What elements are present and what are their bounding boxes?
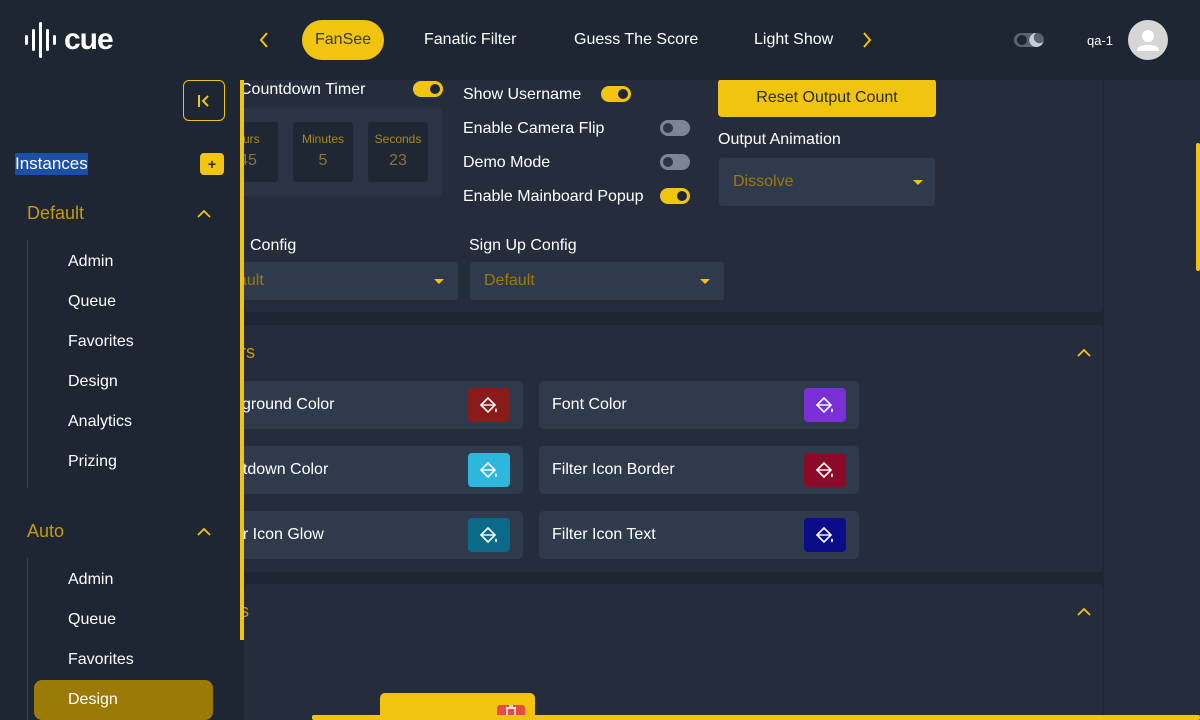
add-instance-button[interactable]: +: [200, 153, 224, 175]
avatar[interactable]: [1128, 20, 1168, 60]
color-label: Filter Icon Border: [552, 461, 675, 478]
cue-logo[interactable]: cue: [24, 22, 114, 58]
sidebar: Instances + Default Admin Queue Favorite…: [0, 80, 240, 720]
seconds-label: Seconds: [374, 132, 422, 146]
next-section-title: s: [244, 601, 249, 621]
sidebar-item-admin[interactable]: Admin: [68, 253, 113, 271]
color-row: Filter Icon Text: [539, 511, 859, 559]
color-label: Font Color: [552, 396, 627, 413]
logo-text: cue: [64, 23, 114, 56]
countdown-timer-label: Countdown Timer: [244, 81, 366, 98]
paint-bucket-icon[interactable]: [468, 518, 510, 552]
color-row: kground Color: [244, 381, 523, 429]
vertical-scrollbar[interactable]: [1196, 143, 1200, 271]
right-gutter: [1104, 80, 1200, 720]
moon-icon: [1014, 33, 1044, 47]
colors-section-title: rs: [244, 342, 255, 362]
config-value: ault: [244, 272, 264, 289]
username: qa-1: [1087, 33, 1114, 48]
sidebar-item-design-active[interactable]: Design: [34, 680, 213, 720]
minutes-label: Minutes: [301, 132, 345, 146]
color-row: Font Color: [539, 381, 859, 429]
caret-down-icon: [434, 279, 444, 284]
show-username-label: Show Username: [463, 86, 582, 103]
countdown-timer-toggle[interactable]: [413, 81, 443, 97]
tab-fansee[interactable]: FanSee: [302, 20, 385, 60]
paint-bucket-icon[interactable]: [468, 453, 510, 487]
sidebar-item-favorites[interactable]: Favorites: [68, 651, 134, 669]
sidebar-item-queue[interactable]: Queue: [68, 611, 116, 629]
seconds-field[interactable]: Seconds 23: [368, 122, 428, 182]
demo-mode-toggle[interactable]: [660, 154, 690, 170]
signup-config-select[interactable]: Default: [470, 262, 724, 300]
hours-label: ours: [244, 132, 260, 146]
reset-output-count-button[interactable]: Reset Output Count: [718, 80, 936, 117]
collapse-sidebar-button[interactable]: [183, 80, 225, 121]
camera-flip-toggle[interactable]: [660, 120, 690, 136]
minutes-field[interactable]: Minutes 5: [293, 122, 353, 182]
tree-line: [27, 240, 28, 488]
instances-label: Instances: [15, 153, 88, 175]
signup-config-label: Sign Up Config: [469, 237, 577, 254]
soundwave-logo-icon: [25, 22, 56, 58]
horizontal-scrollbar[interactable]: [312, 715, 1200, 720]
output-animation-value: Dissolve: [733, 173, 794, 190]
tree-line: [27, 558, 28, 720]
signup-config-value: Default: [484, 272, 535, 289]
caret-down-icon: [700, 279, 710, 284]
camera-flip-label: Enable Camera Flip: [463, 120, 605, 137]
output-animation-select[interactable]: Dissolve: [719, 158, 935, 206]
mainboard-popup-label: Enable Mainboard Popup: [463, 188, 644, 205]
tabs-prev-button[interactable]: [252, 28, 276, 52]
main-content: Countdown Timer ours 45 Minutes 5 Second…: [244, 80, 1104, 720]
sidebar-item-analytics[interactable]: Analytics: [68, 413, 132, 431]
caret-down-icon: [913, 180, 923, 185]
group-default-title[interactable]: Default: [27, 203, 84, 224]
hours-field[interactable]: ours 45: [244, 122, 278, 182]
tabs-next-button[interactable]: [855, 28, 879, 52]
top-bar: cue FanSee Fanatic Filter Guess The Scor…: [0, 0, 1200, 80]
color-row: er Icon Glow: [244, 511, 523, 559]
next-panel: [244, 584, 1103, 720]
sidebar-item-design[interactable]: Design: [68, 373, 118, 391]
tab-guess-the-score[interactable]: Guess The Score: [574, 20, 698, 60]
color-label: Filter Icon Text: [552, 526, 656, 543]
color-row: Filter Icon Border: [539, 446, 859, 494]
chevron-right-icon: [863, 32, 872, 48]
chevron-up-icon[interactable]: [1076, 604, 1096, 618]
hours-value: 45: [244, 152, 257, 169]
chevron-up-icon[interactable]: [1076, 345, 1096, 359]
paint-bucket-icon[interactable]: [804, 388, 846, 422]
demo-mode-label: Demo Mode: [463, 154, 551, 171]
output-animation-label: Output Animation: [718, 131, 841, 148]
mainboard-popup-toggle[interactable]: [660, 188, 690, 204]
chevron-up-icon[interactable]: [196, 524, 216, 538]
group-auto-title[interactable]: Auto: [27, 521, 64, 542]
color-label: ntdown Color: [244, 461, 329, 478]
color-label: er Icon Glow: [244, 526, 324, 543]
tab-fanatic-filter[interactable]: Fanatic Filter: [424, 20, 516, 60]
color-row: ntdown Color: [244, 446, 523, 494]
sidebar-item-queue[interactable]: Queue: [68, 293, 116, 311]
tab-light-show[interactable]: Light Show: [754, 20, 833, 60]
theme-toggle[interactable]: [1014, 30, 1044, 50]
sidebar-item-prizing[interactable]: Prizing: [68, 453, 117, 471]
show-username-toggle[interactable]: [601, 86, 631, 102]
config-select[interactable]: ault: [244, 262, 458, 300]
collapse-left-icon: [198, 94, 209, 107]
color-label: kground Color: [244, 396, 335, 413]
sidebar-item-favorites[interactable]: Favorites: [68, 333, 134, 351]
chevron-left-icon: [259, 32, 268, 48]
sidebar-item-admin[interactable]: Admin: [68, 571, 113, 589]
paint-bucket-icon[interactable]: [804, 518, 846, 552]
config-label: Config: [250, 237, 297, 254]
minutes-value: 5: [318, 152, 328, 169]
paint-bucket-icon[interactable]: [804, 453, 846, 487]
chevron-up-icon[interactable]: [196, 206, 216, 220]
paint-bucket-icon[interactable]: [468, 388, 510, 422]
user-icon: [1137, 30, 1159, 51]
seconds-value: 23: [389, 152, 407, 169]
